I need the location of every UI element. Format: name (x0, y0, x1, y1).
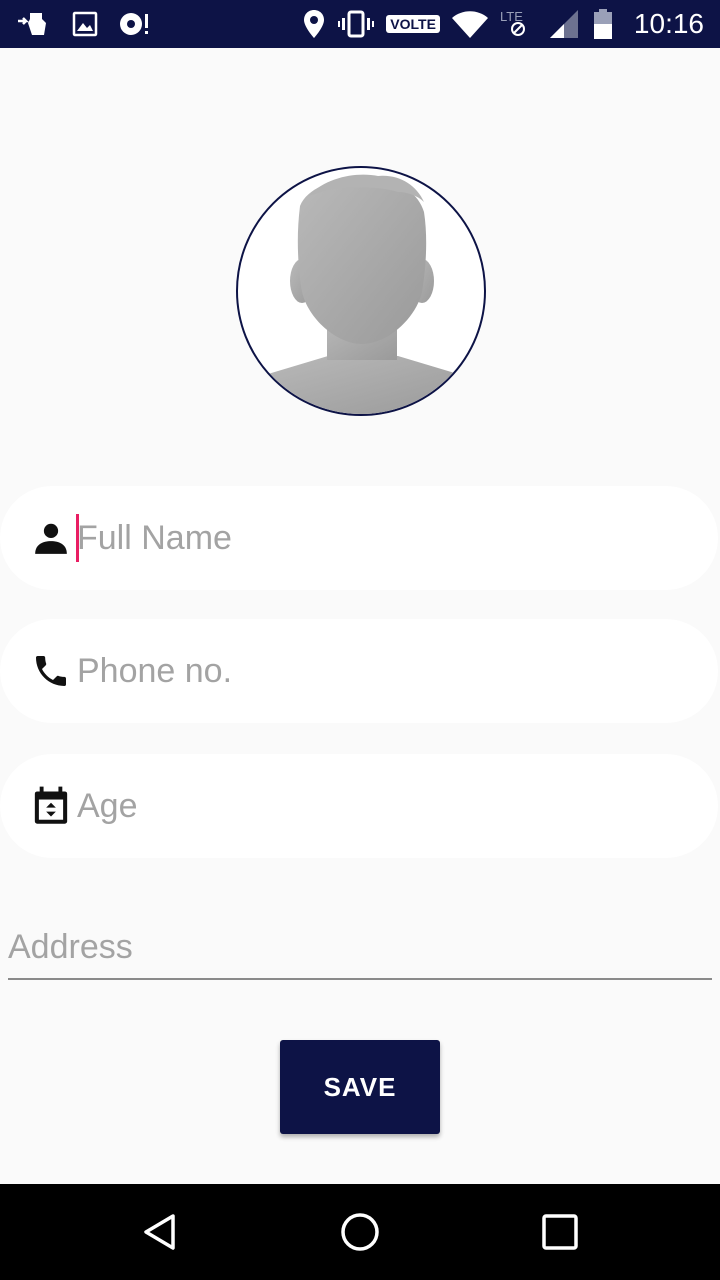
signal-icon (548, 9, 580, 39)
full-name-placeholder: Full Name (77, 518, 232, 557)
person-icon (30, 517, 72, 559)
battery-icon (592, 8, 614, 40)
age-placeholder: Age (77, 786, 138, 825)
address-placeholder: Address (8, 928, 133, 966)
location-icon (302, 9, 326, 39)
profile-avatar[interactable] (236, 166, 486, 416)
volte-badge: VOLTE (386, 15, 440, 33)
lte-icon: LTE (500, 9, 536, 39)
phone-placeholder: Phone no. (77, 651, 233, 690)
save-button[interactable]: SAVE (280, 1040, 440, 1134)
image-icon (72, 11, 98, 37)
wifi-icon (451, 10, 488, 38)
age-field[interactable]: Age (0, 754, 718, 858)
status-bar: VOLTE LTE 10:16 (0, 0, 720, 48)
home-icon[interactable] (340, 1212, 380, 1252)
navigation-bar (0, 1184, 720, 1280)
status-left-icons (16, 8, 150, 40)
svg-text:LTE: LTE (500, 9, 523, 24)
calendar-icon (30, 785, 72, 827)
address-field[interactable]: Address (8, 920, 712, 980)
phone-icon (30, 650, 72, 692)
add-person-screen: VOLTE LTE 10:16 Full Name Phone no. Age … (0, 0, 720, 1280)
back-icon[interactable] (140, 1212, 180, 1252)
recents-icon[interactable] (540, 1212, 580, 1252)
phone-field[interactable]: Phone no. (0, 619, 718, 723)
default-avatar-icon (258, 174, 468, 414)
sync-alert-icon (118, 10, 150, 38)
full-name-field[interactable]: Full Name (0, 486, 718, 590)
vibrate-icon (338, 10, 375, 38)
status-right-icons: VOLTE LTE 10:16 (302, 8, 704, 40)
status-clock: 10:16 (633, 8, 704, 39)
usb-debug-icon (16, 9, 52, 39)
